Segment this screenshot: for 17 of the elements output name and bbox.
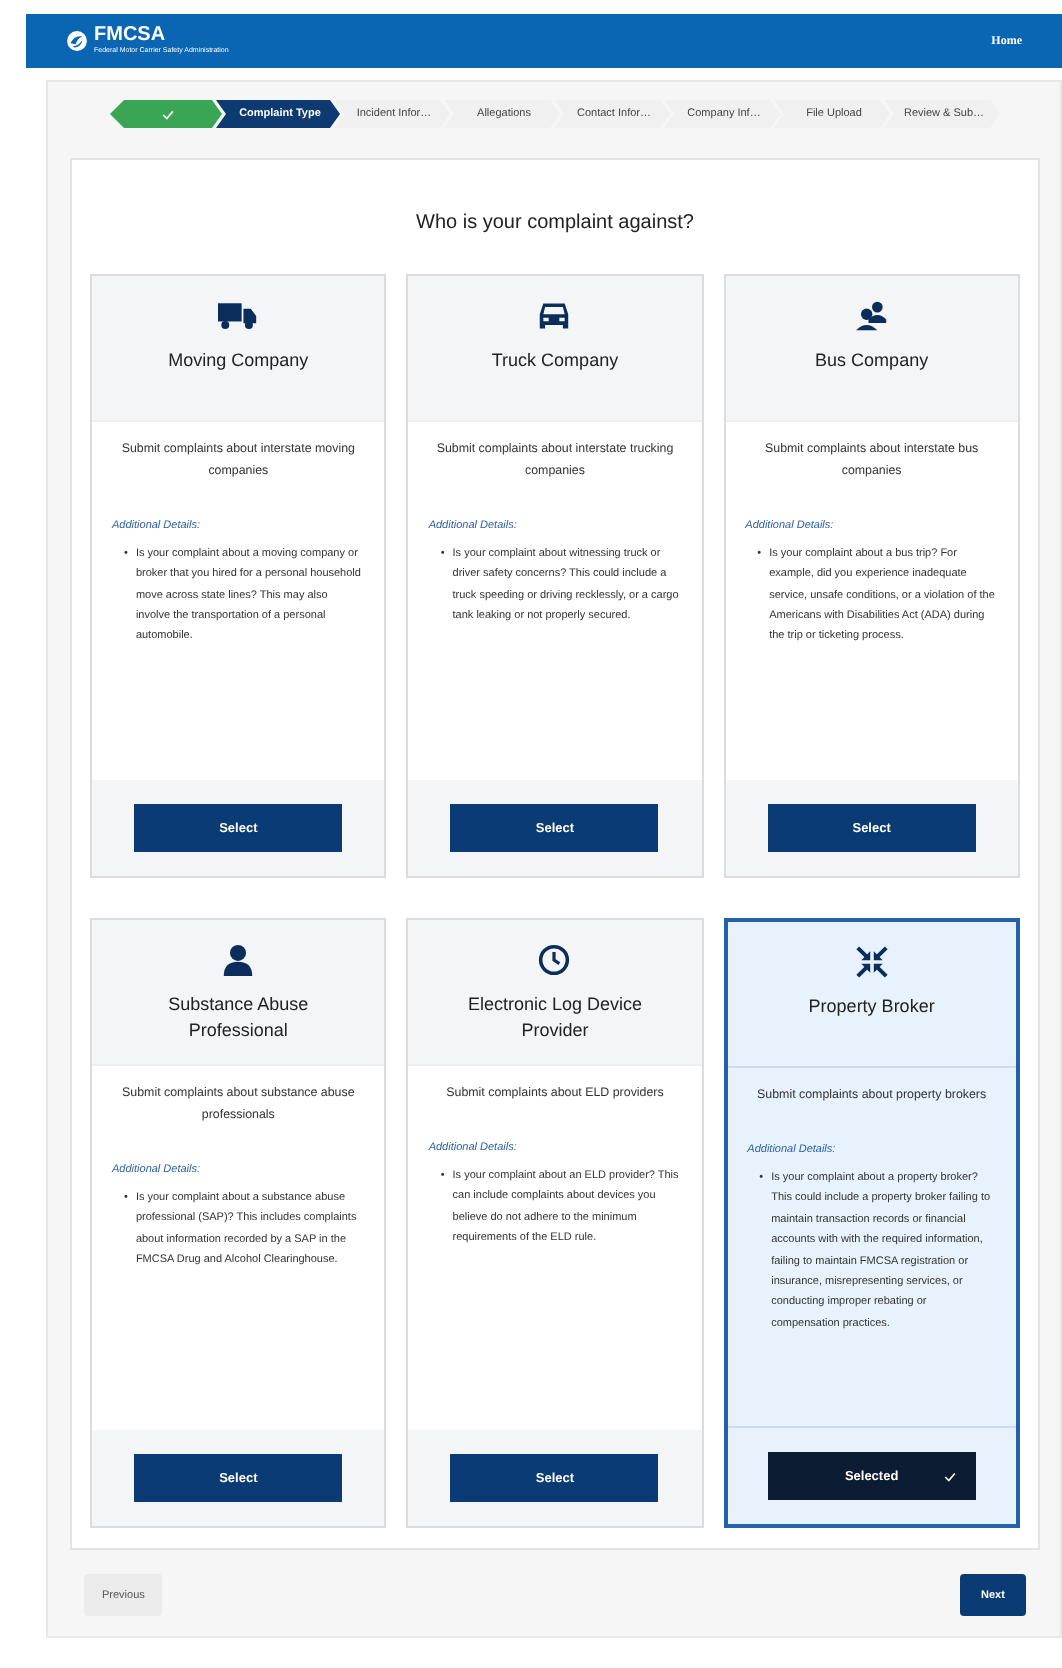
truck-icon [218,300,259,332]
card-title: Moving Company [166,348,311,374]
card-title: Substance Abuse Professional [166,992,311,1043]
card-title: Electronic Log Device Provider [465,992,645,1043]
logo-icon [66,30,88,52]
card-title: Property Broker [806,994,937,1020]
page-heading: Who is your complaint against? [414,212,696,234]
check-icon [943,1471,956,1481]
card-title: Bus Company [813,348,931,374]
card-title: Truck Company [489,348,621,374]
stepper-step[interactable] [110,100,222,128]
clock-icon [534,944,575,976]
arrows-inward-icon [851,946,892,978]
people-icon [851,300,892,332]
check-icon [162,109,174,119]
option-card[interactable] [723,918,1020,1528]
logo-title: FMCSA [94,26,168,47]
